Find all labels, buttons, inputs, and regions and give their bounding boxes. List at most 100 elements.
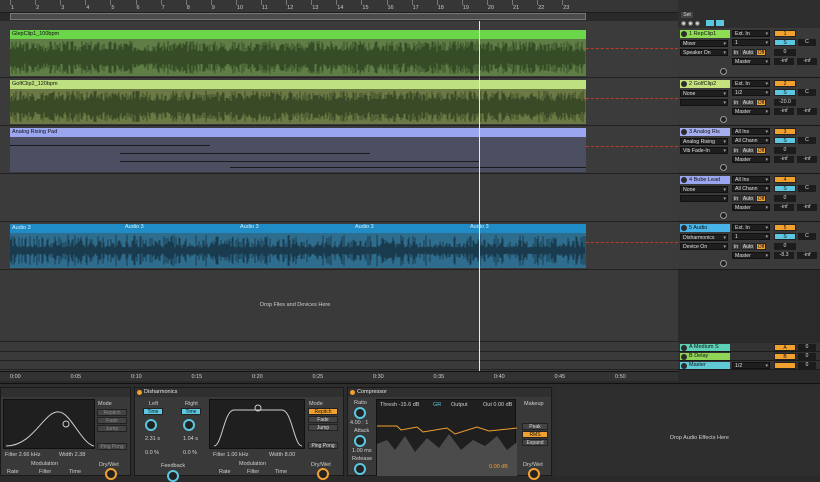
monitor-select[interactable]: Mixer <box>680 40 728 48</box>
left-time-button[interactable]: Time <box>143 408 163 415</box>
automation-line[interactable] <box>586 242 678 243</box>
clip[interactable]: GlepClip1_100bpm <box>10 30 586 76</box>
return-activator[interactable] <box>774 362 796 369</box>
send-b-field[interactable]: -inf <box>797 204 817 211</box>
routing-toggle[interactable] <box>716 20 724 26</box>
return-name[interactable]: B Delay <box>680 353 730 360</box>
set-button[interactable]: Set <box>681 12 693 18</box>
record-arm-icon[interactable] <box>720 164 727 171</box>
attack-knob[interactable] <box>354 435 366 447</box>
gain-readout[interactable]: 0.00 dB <box>489 464 508 470</box>
send-b-field[interactable]: -inf <box>797 108 817 115</box>
volume-field[interactable]: 0 <box>774 147 796 154</box>
output-select[interactable]: Master <box>732 252 770 260</box>
volume-field[interactable]: 0 <box>774 195 796 202</box>
track-name[interactable]: 4 Bube Lead <box>680 176 730 184</box>
channel-select[interactable]: All Chann <box>732 137 770 145</box>
device-select[interactable]: Vib Fade-In <box>680 147 728 155</box>
clip[interactable]: GolfClip2_120bpm <box>10 80 586 124</box>
drop-effects-zone[interactable]: Drop Audio Effects Here <box>556 387 820 476</box>
monitor-off-button[interactable]: Off <box>756 99 766 106</box>
clip[interactable]: Audio 3 Audio 3 Audio 3 Audio 3 Audio 3 <box>10 224 586 268</box>
clip-header[interactable]: GlepClip1_100bpm <box>10 30 586 39</box>
send-b-field[interactable]: -inf <box>797 58 817 65</box>
makeup-label[interactable]: Makeup <box>524 401 544 407</box>
track-activator[interactable]: 2 <box>774 80 796 87</box>
time-ruler[interactable]: 0:00 0:05 0:10 0:15 0:20 0:25 0:30 0:35 0:40 0:45… <box>0 371 678 381</box>
return-lane[interactable] <box>0 343 678 352</box>
ping-pong-button[interactable]: Ping Pong <box>97 443 127 450</box>
automation-line[interactable] <box>586 98 678 99</box>
empty-drop-lane[interactable] <box>0 270 678 342</box>
device-select[interactable] <box>680 195 728 203</box>
mode-jump[interactable]: Jump <box>308 424 338 431</box>
mode-repitch[interactable]: Repitch <box>308 408 338 415</box>
dry-wet-knob[interactable] <box>528 468 540 480</box>
monitor-in-button[interactable]: In <box>732 243 740 250</box>
compressor-display[interactable]: Thresh -15.6 dB GR Output Out 0.00 dB 0.… <box>376 399 517 476</box>
automation-line[interactable] <box>586 48 678 49</box>
mode-fade[interactable]: Fade <box>308 416 338 423</box>
input-select[interactable]: All Ins <box>732 128 770 136</box>
track-name[interactable]: 1 RepClip1 <box>680 30 730 38</box>
subclip-label[interactable]: Audio 3 <box>125 224 144 230</box>
monitor-select[interactable]: None <box>680 90 728 98</box>
right-time-button[interactable]: Time <box>181 408 201 415</box>
monitor-in-button[interactable]: In <box>732 147 740 154</box>
clip-header[interactable]: GolfClip2_120bpm <box>10 80 586 89</box>
monitor-off-button[interactable]: Off <box>756 243 766 250</box>
subclip-label[interactable]: Audio 3 <box>240 224 259 230</box>
track-activator[interactable]: 4 <box>774 176 796 183</box>
monitor-in-button[interactable]: In <box>732 99 740 106</box>
channel-select[interactable]: 1 <box>732 233 770 241</box>
right-time-value[interactable]: 1.04 s <box>183 436 198 442</box>
monitor-toggle[interactable] <box>706 20 714 26</box>
volume-field[interactable]: 0 <box>774 49 796 56</box>
right-offset-value[interactable]: 0.0 % <box>183 450 197 456</box>
expand-button[interactable]: Expand <box>522 439 548 446</box>
monitor-select[interactable]: None <box>680 186 728 194</box>
left-time-value[interactable]: 2.31 s <box>145 436 160 442</box>
monitor-select[interactable]: Disharmonics <box>680 234 728 242</box>
midi-note[interactable] <box>230 167 586 168</box>
mode-repitch[interactable]: Repitch <box>97 409 127 416</box>
channel-select[interactable]: 1/2 <box>732 89 770 97</box>
record-arm-icon[interactable] <box>720 68 727 75</box>
input-select[interactable]: Ext. In <box>732 80 770 88</box>
volume-field[interactable]: 0 <box>774 243 796 250</box>
monitor-auto-button[interactable]: Auto <box>741 147 755 154</box>
pan-field[interactable]: C <box>798 233 816 240</box>
midi-note[interactable] <box>120 161 480 162</box>
monitor-auto-button[interactable]: Auto <box>741 195 755 202</box>
subclip-label[interactable]: Audio 3 <box>355 224 374 230</box>
loop-brace[interactable] <box>10 13 586 20</box>
send-a-field[interactable]: -inf <box>774 204 794 211</box>
return-name[interactable]: A Medium S <box>680 344 730 351</box>
volume-field[interactable]: -20.0 <box>774 99 796 106</box>
automation-line[interactable] <box>586 146 678 147</box>
send-a-field[interactable]: -inf <box>774 156 794 163</box>
return-lane[interactable] <box>0 361 678 370</box>
filter-width[interactable]: Width 8.00 <box>269 452 295 458</box>
record-arm-icon[interactable] <box>720 260 727 267</box>
filter-graph[interactable] <box>3 399 95 449</box>
filter-width[interactable]: Width 2.38 <box>59 452 85 458</box>
track-name[interactable]: 5 Audio <box>680 224 730 232</box>
device-select[interactable] <box>680 99 728 107</box>
return-volume[interactable]: 0 <box>798 344 816 351</box>
return-activator[interactable]: B <box>774 353 796 360</box>
ratio-value[interactable]: 4.00 : 1 <box>350 420 368 426</box>
feedback-knob[interactable] <box>167 470 179 482</box>
io-toggle-icon[interactable]: ◉ ◉ ◉ <box>681 20 700 27</box>
track-activator[interactable]: 3 <box>774 128 796 135</box>
fold-icon[interactable] <box>681 177 687 183</box>
device-select[interactable]: Device On <box>680 243 728 251</box>
track-activator[interactable]: 1 <box>774 30 796 37</box>
return-lane[interactable] <box>0 352 678 361</box>
record-arm-icon[interactable] <box>720 212 727 219</box>
attack-value[interactable]: 1.00 ms <box>352 448 372 454</box>
bar-ruler[interactable]: 1 2 3 4 5 6 7 8 9 10 11 12 13 14 15 16 17 18 19 20 21 22 23 <box>0 0 678 13</box>
release-knob[interactable] <box>354 463 366 475</box>
channel-select[interactable]: All Chann <box>732 185 770 193</box>
return-volume[interactable]: 0 <box>798 362 816 369</box>
